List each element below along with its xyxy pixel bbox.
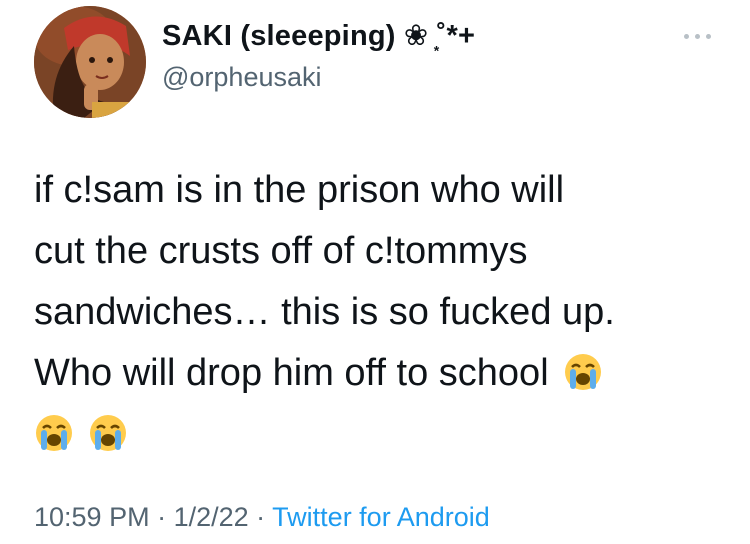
tweet-source-link[interactable]: Twitter for Android — [272, 502, 490, 532]
tweet-text: if c!sam is in the prison who will cut t… — [34, 160, 734, 465]
tweet-text-line-4: Who will drop him off to school — [34, 343, 734, 404]
tweet-text-line-2: cut the crusts off of c!tommys — [34, 230, 528, 272]
loudly-crying-face-icon — [36, 415, 72, 451]
user-handle[interactable]: @orpheusaki — [162, 62, 322, 93]
meta-separator: · — [248, 502, 273, 532]
tweet-text-line-3: sandwiches… this is so fucked up. — [34, 291, 615, 333]
avatar-image — [34, 6, 146, 118]
tweet-date[interactable]: 1/2/22 — [174, 502, 249, 532]
tweet-text-line-1: if c!sam is in the prison who will — [34, 169, 565, 211]
tweet-time[interactable]: 10:59 PM — [34, 502, 150, 532]
more-options-icon[interactable] — [680, 30, 716, 42]
display-name[interactable]: SAKI (sleeeping) ❀ ͙˚*+ — [162, 18, 475, 53]
meta-separator: · — [149, 502, 174, 532]
tweet-metadata: 10:59 PM · 1/2/22 · Twitter for Android — [34, 502, 490, 533]
loudly-crying-face-icon — [90, 415, 126, 451]
tweet-text-line-4-text: Who will drop him off to school — [34, 352, 549, 394]
tweet-emoji-line — [34, 404, 734, 465]
loudly-crying-face-icon — [565, 354, 602, 390]
avatar[interactable] — [34, 6, 146, 118]
